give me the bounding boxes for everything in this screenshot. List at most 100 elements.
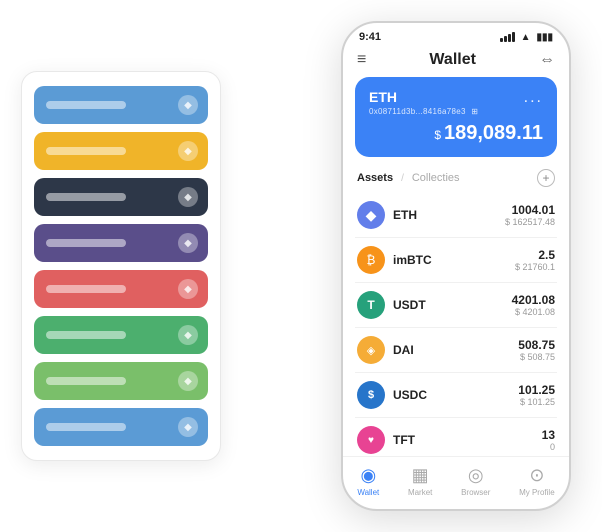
table-row[interactable]: T USDT 4201.08 $ 4201.08	[355, 283, 557, 328]
asset-usd: $ 21760.1	[515, 262, 555, 272]
card-icon: ◆	[178, 233, 198, 253]
page-title: Wallet	[429, 51, 476, 69]
eth-icon: ◆	[357, 201, 385, 229]
asset-list: ◆ ETH 1004.01 $ 162517.48 ₿ imBTC 2.5 $ …	[343, 193, 569, 456]
nav-item-market[interactable]: ▦ Market	[408, 465, 432, 497]
status-bar: 9:41 ▲ ▮▮▮	[343, 23, 569, 47]
wallet-card[interactable]: ETH 0x08711d3b...8416a78e3 ⊞ ... $189,08…	[355, 77, 557, 157]
list-item[interactable]: ◆	[34, 178, 208, 216]
profile-nav-label: My Profile	[519, 488, 555, 497]
card-icon: ◆	[178, 371, 198, 391]
expand-icon[interactable]: ⇔	[539, 51, 555, 69]
asset-amount: 4201.08	[512, 293, 555, 307]
card-label	[46, 101, 126, 109]
card-label	[46, 193, 126, 201]
asset-name: ETH	[393, 208, 505, 222]
table-row[interactable]: $ USDC 101.25 $ 101.25	[355, 373, 557, 418]
card-icon: ◆	[178, 325, 198, 345]
bottom-nav: ◉ Wallet ▦ Market ◎ Browser ⊙ My Profile	[343, 456, 569, 509]
asset-amounts: 4201.08 $ 4201.08	[512, 293, 555, 317]
status-icons: ▲ ▮▮▮	[500, 32, 553, 43]
profile-nav-icon: ⊙	[529, 465, 544, 486]
wallet-nav-icon: ◉	[360, 465, 376, 486]
usdt-icon: T	[357, 291, 385, 319]
card-icon: ◆	[178, 417, 198, 437]
wallet-address: 0x08711d3b...8416a78e3 ⊞	[369, 107, 478, 116]
card-icon: ◆	[178, 279, 198, 299]
card-label	[46, 377, 126, 385]
asset-name: USDT	[393, 298, 512, 312]
tft-icon: ♥	[357, 426, 385, 454]
browser-nav-icon: ◎	[468, 465, 484, 486]
asset-name: TFT	[393, 433, 542, 447]
card-icon: ◆	[178, 95, 198, 115]
wallet-more-icon[interactable]: ...	[524, 89, 543, 107]
wallet-card-info: ETH 0x08711d3b...8416a78e3 ⊞	[369, 89, 478, 116]
nav-item-browser[interactable]: ◎ Browser	[461, 465, 490, 497]
wallet-token-name: ETH	[369, 89, 478, 105]
wallet-card-header: ETH 0x08711d3b...8416a78e3 ⊞ ...	[369, 89, 543, 116]
table-row[interactable]: ₿ imBTC 2.5 $ 21760.1	[355, 238, 557, 283]
asset-name: DAI	[393, 343, 518, 357]
card-icon: ◆	[178, 187, 198, 207]
asset-name: imBTC	[393, 253, 515, 267]
card-icon: ◆	[178, 141, 198, 161]
wifi-icon: ▲	[521, 32, 531, 43]
list-item[interactable]: ◆	[34, 270, 208, 308]
asset-usd: $ 101.25	[518, 397, 555, 407]
battery-icon: ▮▮▮	[536, 32, 553, 43]
wallet-balance: $189,089.11	[369, 122, 543, 145]
card-stack: ◆ ◆ ◆ ◆ ◆ ◆ ◆ ◆	[21, 71, 221, 461]
list-item[interactable]: ◆	[34, 408, 208, 446]
wallet-nav-label: Wallet	[357, 488, 379, 497]
asset-amounts: 1004.01 $ 162517.48	[505, 203, 555, 227]
card-label	[46, 285, 126, 293]
asset-name: USDC	[393, 388, 518, 402]
market-nav-icon: ▦	[412, 465, 429, 486]
card-label	[46, 423, 126, 431]
market-nav-label: Market	[408, 488, 432, 497]
signal-icon	[500, 32, 515, 42]
card-label	[46, 239, 126, 247]
list-item[interactable]: ◆	[34, 224, 208, 262]
asset-amounts: 508.75 $ 508.75	[518, 338, 555, 362]
asset-amount: 2.5	[515, 248, 555, 262]
card-label	[46, 331, 126, 339]
asset-amount: 1004.01	[505, 203, 555, 217]
asset-usd: 0	[542, 442, 555, 452]
dai-icon: ◈	[357, 336, 385, 364]
asset-usd: $ 4201.08	[512, 307, 555, 317]
list-item[interactable]: ◆	[34, 86, 208, 124]
list-item[interactable]: ◆	[34, 132, 208, 170]
usdc-icon: $	[357, 381, 385, 409]
asset-amounts: 13 0	[542, 428, 555, 452]
nav-item-profile[interactable]: ⊙ My Profile	[519, 465, 555, 497]
scene: ◆ ◆ ◆ ◆ ◆ ◆ ◆ ◆	[11, 11, 591, 521]
asset-amounts: 101.25 $ 101.25	[518, 383, 555, 407]
asset-usd: $ 508.75	[518, 352, 555, 362]
add-asset-button[interactable]: +	[537, 169, 555, 187]
table-row[interactable]: ◆ ETH 1004.01 $ 162517.48	[355, 193, 557, 238]
asset-amount: 508.75	[518, 338, 555, 352]
menu-icon[interactable]: ≡	[357, 51, 366, 69]
nav-item-wallet[interactable]: ◉ Wallet	[357, 465, 379, 497]
list-item[interactable]: ◆	[34, 362, 208, 400]
card-label	[46, 147, 126, 155]
asset-amount: 101.25	[518, 383, 555, 397]
tab-collecties[interactable]: Collecties	[412, 172, 460, 184]
assets-tabs: Assets / Collecties	[357, 172, 460, 184]
tab-separator: /	[401, 173, 404, 184]
phone-mockup: 9:41 ▲ ▮▮▮ ≡ Wallet ⇔ ETH	[341, 21, 571, 511]
assets-header: Assets / Collecties +	[343, 165, 569, 193]
status-time: 9:41	[359, 31, 381, 43]
imbtc-icon: ₿	[357, 246, 385, 274]
browser-nav-label: Browser	[461, 488, 490, 497]
top-nav: ≡ Wallet ⇔	[343, 47, 569, 77]
asset-amounts: 2.5 $ 21760.1	[515, 248, 555, 272]
tab-assets[interactable]: Assets	[357, 172, 393, 184]
table-row[interactable]: ♥ TFT 13 0	[355, 418, 557, 456]
table-row[interactable]: ◈ DAI 508.75 $ 508.75	[355, 328, 557, 373]
asset-amount: 13	[542, 428, 555, 442]
asset-usd: $ 162517.48	[505, 217, 555, 227]
list-item[interactable]: ◆	[34, 316, 208, 354]
